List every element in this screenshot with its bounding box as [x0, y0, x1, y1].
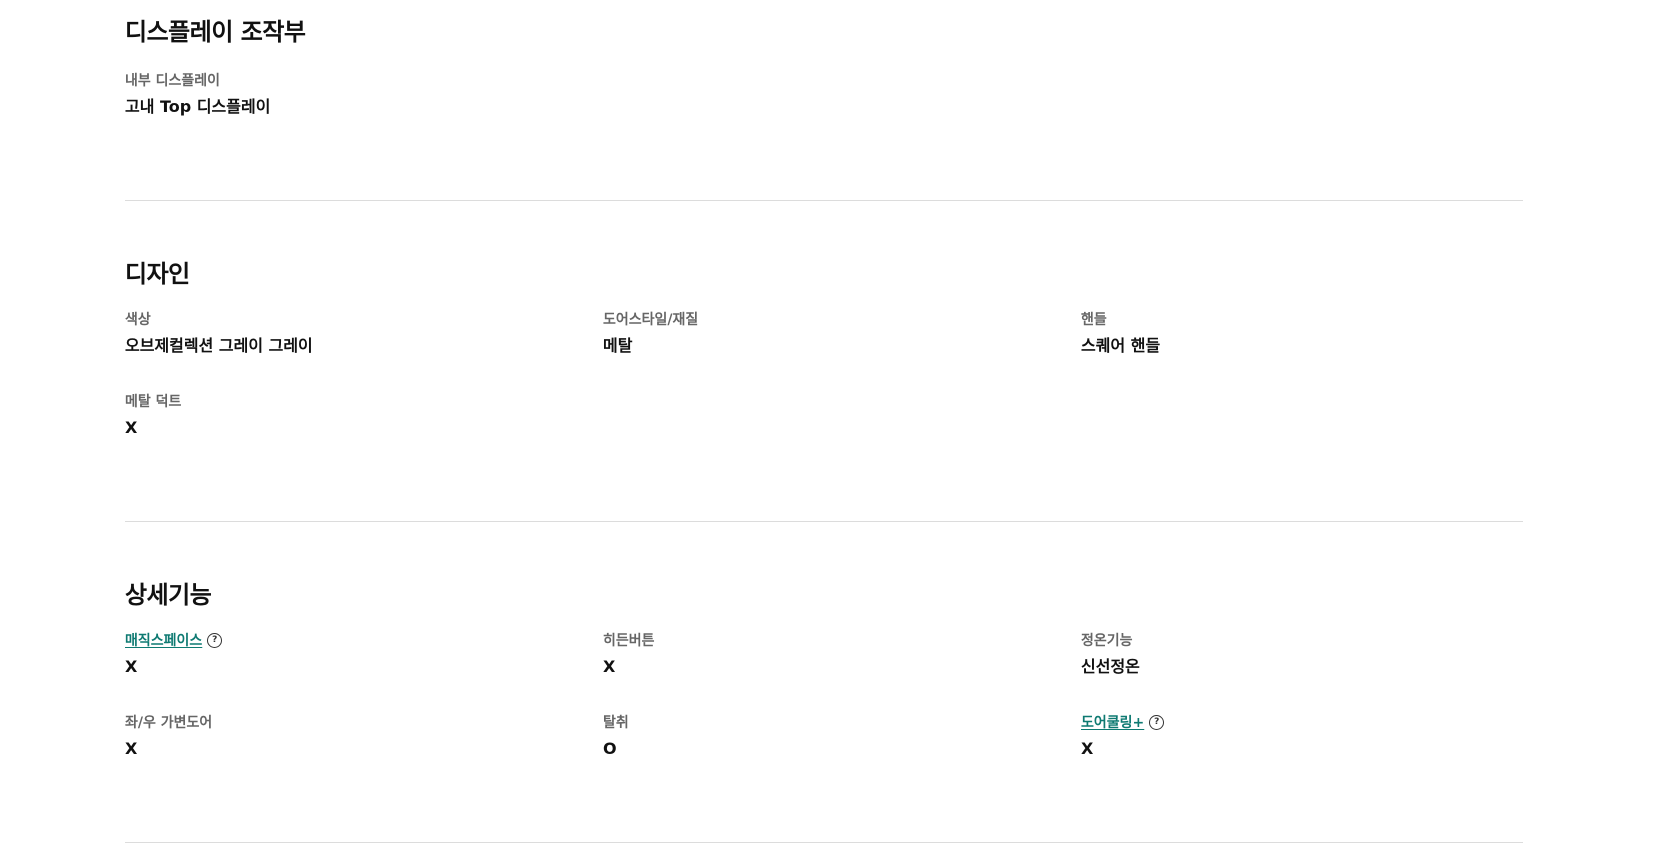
spec-label: 핸들 [1081, 312, 1107, 328]
spec-content: 디스플레이 조작부 내부 디스플레이 고내 Top 디스플레이 디자인 색상 오… [125, 0, 1523, 843]
spec-grid: 매직스페이스 ? X 히든버튼 X 정온기능 신선정온 좌/우 가변도어 X 탈… [125, 630, 1523, 794]
spec-item-door-style: 도어스타일/재질 메탈 [603, 309, 1081, 391]
spec-value: X [603, 657, 616, 676]
spec-label: 좌/우 가변도어 [125, 715, 213, 731]
spec-value: 고내 Top 디스플레이 [125, 97, 271, 116]
spec-value: X [1081, 739, 1094, 758]
door-cooling-link[interactable]: 도어쿨링+ [1081, 712, 1144, 732]
spec-label: 정온기능 [1081, 633, 1133, 649]
spec-value: X [125, 418, 138, 437]
spec-label-row: 매직스페이스 ? [125, 630, 603, 650]
spec-item-deodorizer: 탈취 O [603, 712, 1081, 794]
spec-value: 신선정온 [1081, 657, 1140, 676]
spec-label: 히든버튼 [603, 633, 655, 649]
spec-item-reversible-door: 좌/우 가변도어 X [125, 712, 603, 794]
question-circle-icon[interactable]: ? [1149, 714, 1165, 730]
spec-label: 도어스타일/재질 [603, 312, 699, 328]
spec-item-constant-temperature: 정온기능 신선정온 [1081, 630, 1523, 712]
spec-label: 내부 디스플레이 [125, 73, 221, 89]
spec-value: 오브제컬렉션 그레이 그레이 [125, 336, 313, 355]
section-detailed-features: 상세기능 매직스페이스 ? X 히든버튼 X 정온기능 신선정온 좌/우 가변도… [125, 522, 1523, 843]
spec-grid: 내부 디스플레이 고내 Top 디스플레이 [125, 70, 1523, 152]
question-circle-icon[interactable]: ? [207, 632, 223, 648]
spec-item-hidden-button: 히든버튼 X [603, 630, 1081, 712]
spec-value: X [125, 739, 138, 758]
spec-value: O [603, 739, 617, 758]
spec-label: 메탈 덕트 [125, 394, 182, 410]
spec-label: 탈취 [603, 715, 629, 731]
spec-item-handle: 핸들 스퀘어 핸들 [1081, 309, 1523, 391]
spec-item-color: 색상 오브제컬렉션 그레이 그레이 [125, 309, 603, 391]
spec-item-door-cooling: 도어쿨링+ ? X [1081, 712, 1523, 794]
spec-value: 메탈 [603, 336, 633, 355]
spec-item-magic-space: 매직스페이스 ? X [125, 630, 603, 712]
section-title: 상세기능 [125, 581, 212, 609]
spec-label: 색상 [125, 312, 151, 328]
spec-value: X [125, 657, 138, 676]
spec-value: 스퀘어 핸들 [1081, 336, 1161, 355]
magic-space-link[interactable]: 매직스페이스 [125, 630, 202, 650]
spec-grid: 색상 오브제컬렉션 그레이 그레이 도어스타일/재질 메탈 핸들 스퀘어 핸들 … [125, 309, 1523, 473]
section-title: 디자인 [125, 260, 190, 288]
spec-label-row: 도어쿨링+ ? [1081, 712, 1523, 732]
section-title: 디스플레이 조작부 [125, 18, 306, 46]
spec-item-metal-duct: 메탈 덕트 X [125, 391, 603, 473]
section-design: 디자인 색상 오브제컬렉션 그레이 그레이 도어스타일/재질 메탈 핸들 스퀘어… [125, 201, 1523, 522]
spec-item-internal-display: 내부 디스플레이 고내 Top 디스플레이 [125, 70, 603, 152]
section-display-controls: 디스플레이 조작부 내부 디스플레이 고내 Top 디스플레이 [125, 0, 1523, 201]
